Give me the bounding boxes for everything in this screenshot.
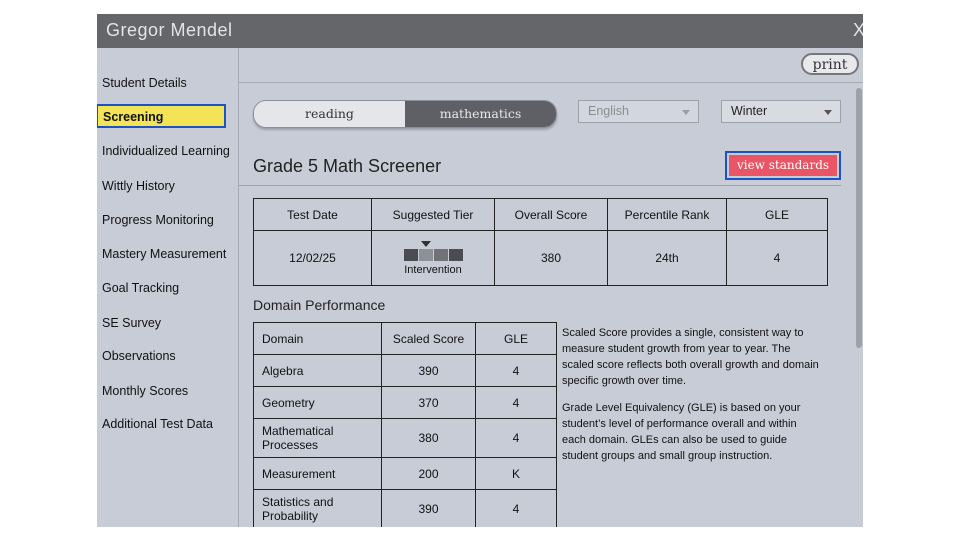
suggested-tier-cell: Intervention (371, 230, 495, 286)
tier-segment (448, 248, 463, 261)
overall-score-value: 380 (494, 230, 608, 286)
student-window: Gregor Mendel X Student Details Screenin… (97, 14, 863, 527)
tier-scale (373, 248, 493, 261)
sidebar-item-wittly-history[interactable]: Wittly History (102, 179, 175, 193)
subject-option-reading[interactable]: reading (254, 101, 405, 127)
sidebar-item-individualized-learning[interactable]: Individualized Learning (102, 144, 230, 158)
tier-segment (403, 248, 418, 261)
table-row: Algebra 390 4 (253, 354, 557, 387)
sidebar-nav: Student Details Screening Individualized… (97, 48, 239, 527)
domain-scaled-score: 370 (381, 386, 476, 419)
tier-label: Intervention (404, 263, 462, 276)
test-date-value: 12/02/25 (253, 230, 372, 286)
window-title: Gregor Mendel (106, 20, 233, 40)
table-header-row: Test Date Suggested Tier Overall Score P… (253, 198, 828, 231)
header-suggested-tier: Suggested Tier (371, 198, 495, 231)
scaled-score-info: Scaled Score provides a single, consiste… (562, 327, 819, 387)
chevron-down-icon (682, 110, 690, 115)
table-header-row: Domain Scaled Score GLE (253, 322, 557, 355)
tier-segment (418, 248, 433, 261)
domain-performance-table: Domain Scaled Score GLE Algebra 390 4 Ge… (253, 322, 557, 527)
domain-gle: K (475, 457, 557, 490)
season-select-value: Winter (731, 104, 768, 118)
domain-name: Measurement (253, 457, 382, 490)
domain-performance-heading: Domain Performance (253, 297, 386, 313)
window-titlebar: Gregor Mendel X (97, 14, 863, 48)
sidebar-item-additional-test-data[interactable]: Additional Test Data (102, 417, 213, 431)
domain-scaled-score: 390 (381, 354, 476, 387)
tier-segment (433, 248, 448, 261)
sidebar-item-mastery-measurement[interactable]: Mastery Measurement (102, 247, 226, 261)
sidebar-item-progress-monitoring[interactable]: Progress Monitoring (102, 213, 214, 227)
header-scaled-score: Scaled Score (381, 322, 476, 355)
table-row: Geometry 370 4 (253, 386, 557, 419)
domain-name: Statistics and Probability (253, 489, 382, 527)
table-row: 12/02/25 Intervention 380 24th 4 (253, 230, 828, 286)
sidebar-item-observations[interactable]: Observations (102, 349, 176, 363)
percentile-rank-value: 24th (607, 230, 727, 286)
language-select[interactable]: English (578, 100, 699, 123)
print-button[interactable]: print (801, 53, 859, 75)
close-button[interactable]: X (853, 20, 863, 41)
domain-scaled-score: 380 (381, 418, 476, 458)
tier-indicator-icon (421, 240, 431, 247)
header-overall-score: Overall Score (494, 198, 608, 231)
vertical-scrollbar[interactable] (856, 88, 862, 348)
header-domain: Domain (253, 322, 382, 355)
domain-scaled-score: 390 (381, 489, 476, 527)
toolbar-divider (239, 82, 863, 83)
table-row: Measurement 200 K (253, 457, 557, 490)
title-divider (239, 185, 841, 186)
subject-option-mathematics[interactable]: mathematics (405, 101, 556, 127)
season-select[interactable]: Winter (721, 100, 841, 123)
sidebar-item-screening[interactable]: Screening (97, 104, 226, 128)
header-percentile-rank: Percentile Rank (607, 198, 727, 231)
gle-value: 4 (726, 230, 828, 286)
sidebar-item-goal-tracking[interactable]: Goal Tracking (102, 281, 179, 295)
domain-scaled-score: 200 (381, 457, 476, 490)
view-standards-button[interactable]: view standards (725, 151, 841, 180)
domain-gle: 4 (475, 386, 557, 419)
table-row: Statistics and Probability 390 4 (253, 489, 557, 527)
header-gle: GLE (475, 322, 557, 355)
sidebar-item-se-survey[interactable]: SE Survey (102, 316, 161, 330)
chevron-down-icon (824, 110, 832, 115)
page-title: Grade 5 Math Screener (253, 156, 442, 176)
domain-name: Mathematical Processes (253, 418, 382, 458)
sidebar-item-student-details[interactable]: Student Details (102, 76, 187, 90)
language-select-value: English (588, 104, 629, 118)
domain-gle: 4 (475, 354, 557, 387)
table-row: Mathematical Processes 380 4 (253, 418, 557, 458)
header-gle: GLE (726, 198, 828, 231)
domain-name: Geometry (253, 386, 382, 419)
domain-gle: 4 (475, 489, 557, 527)
domain-gle: 4 (475, 418, 557, 458)
main-panel: print reading mathematics English Winter… (239, 48, 863, 527)
sidebar-item-monthly-scores[interactable]: Monthly Scores (102, 384, 188, 398)
view-standards-label: view standards (729, 155, 837, 176)
header-test-date: Test Date (253, 198, 372, 231)
gle-info: Grade Level Equivalency (GLE) is based o… (562, 402, 801, 462)
subject-toggle: reading mathematics (253, 100, 557, 128)
screening-summary-table: Test Date Suggested Tier Overall Score P… (253, 198, 828, 286)
domain-name: Algebra (253, 354, 382, 387)
